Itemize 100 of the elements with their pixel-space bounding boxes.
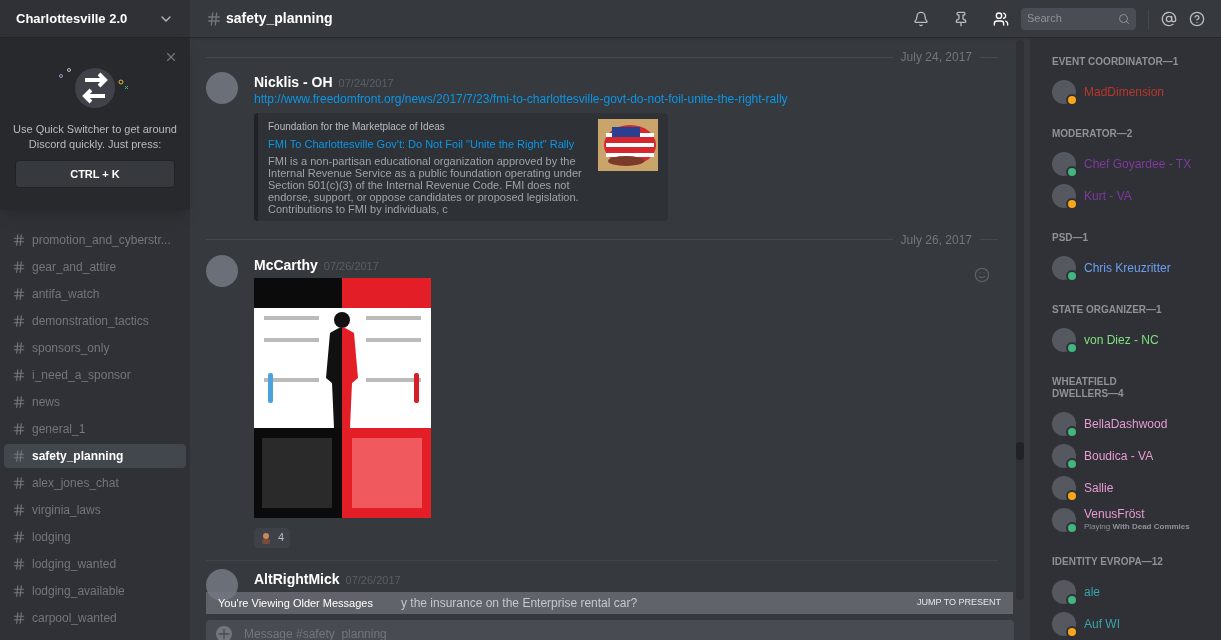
member-name: Kurt - VA (1084, 189, 1132, 203)
server-name: Charlottesville 2.0 (16, 9, 128, 28)
hash-icon (12, 314, 26, 328)
avatar (1052, 256, 1076, 280)
channel-item[interactable]: general_1 (4, 417, 186, 441)
member-item[interactable]: MadDimension (1052, 76, 1221, 108)
help-icon[interactable] (1189, 10, 1205, 27)
member-name: VenusFröst (1084, 507, 1146, 521)
hash-icon (12, 503, 26, 517)
hash-icon (12, 611, 26, 625)
scrollbar[interactable] (1016, 40, 1024, 600)
channel-item[interactable]: lodging_wanted (4, 552, 186, 576)
avatar (1052, 80, 1076, 104)
channel-title: safety_planning (226, 9, 333, 28)
avatar (1052, 328, 1076, 352)
hash-icon (12, 260, 26, 274)
member-item[interactable]: BellaDashwood (1052, 408, 1221, 440)
date-divider: July 26, 2017 (900, 231, 972, 249)
hash-icon (12, 395, 26, 409)
member-item[interactable]: Chef Goyardee - TX (1052, 148, 1221, 180)
pin-icon[interactable] (953, 10, 969, 27)
embed-title[interactable]: FMI To Charlottesville Gov't: Do Not Foil "Unite the Right" Rally (268, 136, 582, 153)
channel-item[interactable]: news (4, 390, 186, 414)
member-item[interactable]: ale (1052, 576, 1221, 608)
hash-icon (12, 368, 26, 382)
channel-item[interactable]: demonstration_tactics (4, 309, 186, 333)
hash-icon (12, 584, 26, 598)
hash-icon (12, 476, 26, 490)
role-heading: IDENTITY EVROPA—12 (1052, 556, 1164, 568)
member-item[interactable]: Auf WI (1052, 608, 1221, 640)
embed-provider: Foundation for the Marketplace of Ideas (268, 120, 446, 134)
channel-item[interactable]: promotion_and_cyberstr... (4, 228, 186, 252)
channel-item[interactable]: sponsors_only (4, 336, 186, 360)
channel-item[interactable]: alex_jones_chat (4, 471, 186, 495)
hash-icon (12, 449, 26, 463)
avatar (206, 72, 238, 104)
channel-item[interactable]: lodging_available (4, 579, 186, 603)
emoji-icon (260, 531, 272, 544)
avatar (1052, 612, 1076, 636)
shortcut-button[interactable]: CTRL + K (15, 160, 175, 188)
mention-icon[interactable] (1161, 10, 1177, 27)
channel-item[interactable]: antifa_watch (4, 282, 186, 306)
avatar (1052, 152, 1076, 176)
reaction-button[interactable]: 4 (254, 527, 291, 548)
avatar (1052, 444, 1076, 468)
message-text: y the insurance on the Enterprise rental car? (400, 595, 638, 612)
member-item[interactable]: Boudica - VA (1052, 440, 1221, 472)
role-heading: PSD—1 (1052, 232, 1090, 244)
older-messages-toast[interactable]: You're Viewing Older Messages y the insurance on the Enterprise rental car? JUMP TO PRESENT (206, 592, 1013, 614)
role-heading: MODERATOR—2 (1052, 128, 1134, 140)
avatar (206, 254, 238, 287)
hash-icon (206, 10, 222, 27)
hash-icon (12, 341, 26, 355)
role-heading: STATE ORGANIZER—1 (1052, 304, 1163, 316)
search-icon (1118, 12, 1130, 25)
channel-item[interactable]: carpool_wanted (4, 606, 186, 630)
author-name[interactable]: Nicklis - OH (254, 72, 333, 93)
member-item[interactable]: VenusFröst Playing With Dead Commies (1052, 504, 1221, 536)
search-field[interactable]: Search (1021, 7, 1136, 30)
avatar (1052, 508, 1076, 532)
channel-item[interactable]: virginia_laws (4, 498, 186, 522)
member-name: Auf WI (1084, 617, 1120, 631)
embed-description: FMI is a non-partisan educational organization approved by the Internal Revenue Service as a public foundation operating under Section 501(c)(3) of the Internal Revenue Code. FMI does not endorse, support, or oppose candidates or proposed legislation. Contributions to FMI by individuals, c (268, 154, 582, 215)
member-name: von Diez - NC (1084, 333, 1159, 347)
jump-to-present-link[interactable]: JUMP TO PRESENT (916, 596, 1001, 610)
quick-switcher-text: Use Quick Switcher to get around Discord quickly. Just press: (12, 122, 178, 152)
avatar (1052, 476, 1076, 500)
member-name: Chef Goyardee - TX (1084, 157, 1192, 171)
member-name: BellaDashwood (1084, 417, 1168, 431)
member-name: MadDimension (1084, 85, 1165, 99)
role-heading: WHEATFIELD DWELLERS—4 (1052, 376, 1125, 400)
channel-item[interactable]: safety_planning (4, 444, 186, 468)
avatar (1052, 184, 1076, 208)
member-name: ale (1084, 585, 1100, 599)
channel-item[interactable]: i_need_a_sponsor (4, 363, 186, 387)
date-divider: July 24, 2017 (900, 49, 972, 66)
message-link[interactable]: http://www.freedomfront.org/news/2017/7/23/fmi-to-charlottesville-govt-do-not-foil-unite-the-right-rally (254, 91, 788, 107)
channel-item[interactable]: lodging (4, 525, 186, 549)
hash-icon (12, 422, 26, 436)
member-item[interactable]: Sallie (1052, 472, 1221, 504)
member-name: Sallie (1084, 481, 1114, 495)
author-name[interactable]: AltRightMick (254, 568, 340, 590)
close-icon[interactable] (164, 50, 178, 64)
member-activity: Playing With Dead Commies (1084, 521, 1190, 533)
member-name: Boudica - VA (1084, 449, 1154, 463)
member-item[interactable]: Kurt - VA (1052, 180, 1221, 212)
role-heading: EVENT COORDINATOR—1 (1052, 56, 1180, 68)
hash-icon (12, 530, 26, 544)
avatar (1052, 412, 1076, 436)
members-icon[interactable] (993, 10, 1009, 27)
member-name: Chris Kreuzritter (1084, 261, 1171, 275)
hash-icon (12, 287, 26, 301)
hash-icon (12, 233, 26, 247)
hash-icon (12, 557, 26, 571)
member-item[interactable]: Chris Kreuzritter (1052, 252, 1221, 284)
channel-item[interactable]: gear_and_attire (4, 255, 186, 279)
banner-text: You're Viewing Older Messages (218, 595, 373, 611)
member-item[interactable]: von Diez - NC (1052, 324, 1221, 356)
author-name[interactable]: McCarthy (254, 254, 318, 276)
bell-icon[interactable] (913, 10, 929, 27)
